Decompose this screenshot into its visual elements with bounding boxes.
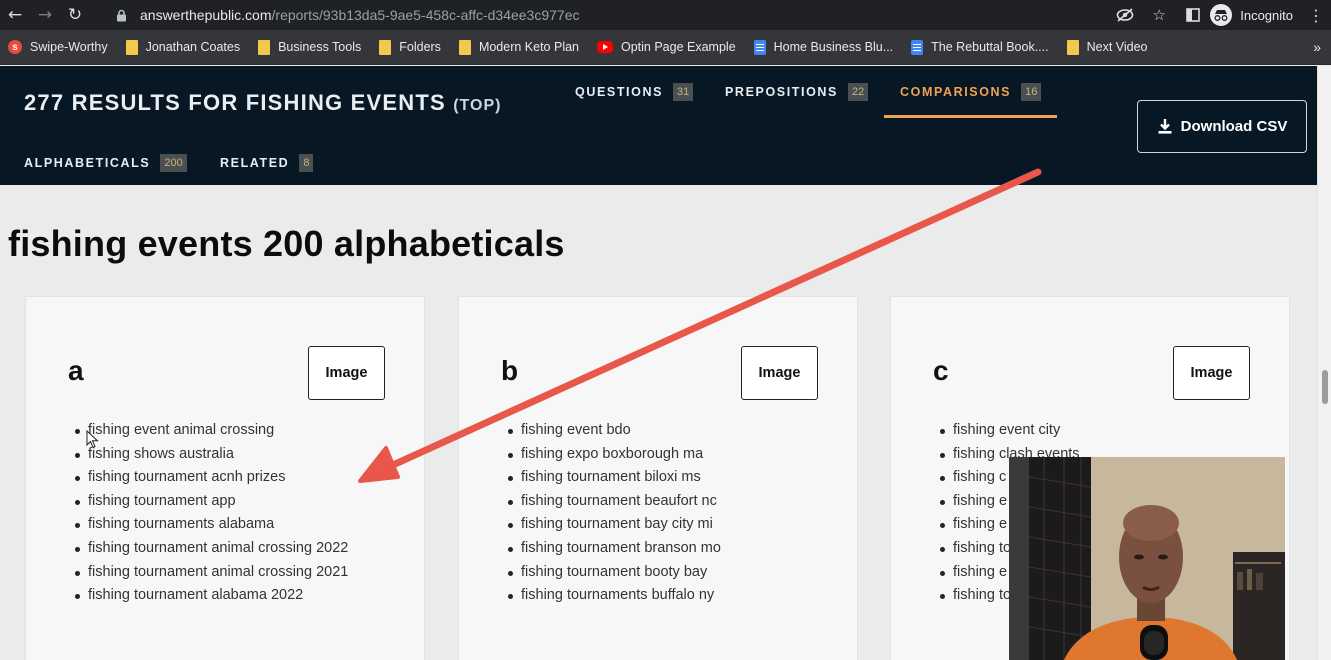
tab-count-badge: 31	[673, 83, 694, 101]
list-item[interactable]: fishing event city	[940, 419, 1080, 443]
list-item[interactable]: fishing tournaments buffalo ny	[508, 584, 721, 608]
bookmark-next-video[interactable]: Next Video	[1066, 39, 1148, 55]
download-csv-button[interactable]: Download CSV	[1137, 100, 1307, 153]
list-item[interactable]: fishing event bdo	[508, 419, 721, 443]
tab-alphabeticals[interactable]: ALPHABETICALS 200	[24, 154, 187, 172]
card-letter: b	[501, 355, 519, 386]
forward-icon[interactable]: →	[30, 0, 60, 30]
more-menu-icon[interactable]: ⋮	[1301, 6, 1331, 25]
tab-count-badge: 16	[1021, 83, 1042, 101]
bookmark-home-business[interactable]: Home Business Blu...	[753, 39, 893, 55]
suggestion-list: fishing event animal crossing fishing sh…	[74, 419, 348, 608]
incognito-label: Incognito	[1240, 7, 1293, 23]
results-title-suffix: (TOP)	[453, 97, 502, 114]
url-host: answerthepublic.com	[140, 7, 272, 23]
results-title: 277 RESULTS FOR FISHING EVENTS (TOP)	[24, 90, 502, 115]
list-item[interactable]: fishing tournament animal crossing 2021	[74, 561, 348, 585]
image-button[interactable]: Image	[741, 346, 818, 400]
list-item[interactable]: fishing tournaments alabama	[74, 513, 348, 537]
folder-icon	[1066, 39, 1079, 55]
bookmarks-overflow-icon[interactable]: »	[1313, 39, 1321, 55]
bookmark-rebuttal-book[interactable]: The Rebuttal Book....	[911, 39, 1049, 55]
card-letter: a	[68, 355, 84, 386]
mouse-cursor-icon	[86, 430, 99, 449]
page-title: fishing events 200 alphabeticals	[8, 223, 565, 264]
list-item[interactable]: fishing tournament beaufort nc	[508, 490, 721, 514]
tab-count-badge: 200	[160, 154, 187, 172]
tab-prepositions[interactable]: PREPOSITIONS 22	[725, 83, 869, 101]
lock-icon	[114, 8, 128, 22]
folder-icon	[258, 39, 271, 55]
list-item[interactable]: fishing tournament bay city mi	[508, 513, 721, 537]
list-item[interactable]: fishing expo boxborough ma	[508, 443, 721, 467]
list-item[interactable]: fishing tournament alabama 2022	[74, 584, 348, 608]
doc-icon	[753, 39, 766, 55]
bookmarks-bar: s Swipe-Worthy Jonathan Coates Business T…	[0, 30, 1331, 65]
back-icon[interactable]: ←	[0, 0, 30, 30]
list-item[interactable]: fishing tournament branson mo	[508, 537, 721, 561]
folder-icon	[458, 39, 471, 55]
bookmark-business-tools[interactable]: Business Tools	[258, 39, 361, 55]
incognito-icon	[1210, 4, 1233, 26]
image-button[interactable]: Image	[308, 346, 385, 400]
browser-toolbar: ← → ↻ answerthepublic.com/reports/93b13d…	[0, 0, 1331, 30]
bookmark-jonathan-coates[interactable]: Jonathan Coates	[125, 39, 240, 55]
report-header: 277 RESULTS FOR FISHING EVENTS (TOP) QUE…	[0, 66, 1317, 185]
webcam-overlay	[1009, 457, 1285, 660]
page-scrollbar[interactable]	[1317, 66, 1331, 660]
list-item[interactable]: fishing tournament app	[74, 490, 348, 514]
sidepanel-icon[interactable]	[1176, 0, 1210, 30]
list-item[interactable]: fishing tournament booty bay	[508, 561, 721, 585]
tab-count-badge: 22	[847, 83, 869, 101]
bookmark-modern-keto-plan[interactable]: Modern Keto Plan	[458, 39, 579, 55]
folder-icon	[379, 39, 392, 55]
tab-related[interactable]: RELATED 8	[220, 154, 314, 172]
image-button[interactable]: Image	[1173, 346, 1250, 400]
card-letter: c	[933, 355, 949, 386]
tab-comparisons[interactable]: COMPARISONS 16	[900, 83, 1042, 101]
youtube-icon	[597, 41, 613, 53]
presenter-video	[1009, 457, 1285, 660]
scrollbar-thumb[interactable]	[1322, 370, 1328, 404]
list-item[interactable]: fishing tournament acnh prizes	[74, 466, 348, 490]
bookmark-folders[interactable]: Folders	[379, 39, 441, 55]
download-icon	[1157, 118, 1173, 135]
list-item[interactable]: fishing event animal crossing	[74, 419, 348, 443]
swipe-icon: s	[8, 40, 22, 54]
star-icon[interactable]: ☆	[1142, 0, 1176, 30]
list-item[interactable]: fishing tournament animal crossing 2022	[74, 537, 348, 561]
alphabet-card-b: b Image fishing event bdo fishing expo b…	[458, 296, 858, 660]
bookmark-swipe-worthy[interactable]: s Swipe-Worthy	[8, 40, 108, 54]
active-tab-indicator	[884, 115, 1057, 118]
address-bar[interactable]: answerthepublic.com/reports/93b13da5-9ae…	[106, 0, 1164, 30]
suggestion-list: fishing event bdo fishing expo boxboroug…	[508, 419, 721, 608]
alphabet-card-a: a Image fishing event animal crossing fi…	[25, 296, 425, 660]
tab-questions[interactable]: QUESTIONS 31	[575, 83, 694, 101]
doc-icon	[911, 39, 924, 55]
reload-icon[interactable]: ↻	[60, 0, 90, 30]
incognito-indicator[interactable]: Incognito	[1210, 4, 1293, 26]
eye-off-icon[interactable]	[1108, 0, 1142, 30]
list-item[interactable]: fishing tournament biloxi ms	[508, 466, 721, 490]
url-path: /reports/93b13da5-9ae5-458c-affc-d34ee3c…	[271, 7, 580, 23]
list-item[interactable]: fishing shows australia	[74, 443, 348, 467]
folder-icon	[125, 39, 138, 55]
bookmark-optin-page-example[interactable]: Optin Page Example	[597, 40, 736, 54]
tab-count-badge: 8	[299, 154, 314, 172]
